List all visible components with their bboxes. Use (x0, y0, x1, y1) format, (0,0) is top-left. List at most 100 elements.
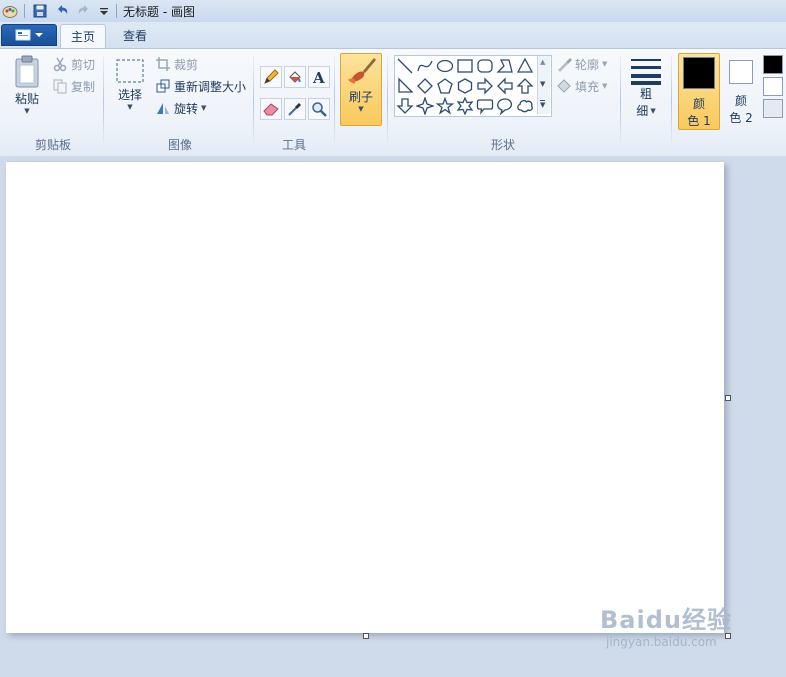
scroll-up-icon[interactable]: ▲ (540, 58, 545, 66)
select-button[interactable]: 选择 ▼ (111, 56, 149, 111)
baidu-watermark: Baidu经验 jingyan.baidu.com (600, 600, 732, 649)
crop-label: 裁剪 (174, 57, 199, 72)
chevron-down-icon: ▼ (201, 104, 207, 112)
customize-dropdown-icon[interactable] (96, 3, 112, 19)
five-point-star-shape-icon[interactable] (435, 96, 455, 116)
watermark-logo: Baidu经验 (600, 606, 732, 634)
eraser-icon[interactable] (260, 98, 282, 120)
diamond-shape-icon[interactable] (415, 76, 435, 96)
window-title: 无标题 - 画图 (123, 5, 195, 19)
color-picker-icon[interactable] (284, 98, 306, 120)
svg-text:A: A (312, 69, 325, 85)
chevron-down-icon: ▼ (602, 82, 608, 90)
fill-bucket-icon[interactable] (284, 66, 306, 88)
undo-icon[interactable] (54, 3, 70, 19)
line-shape-icon[interactable] (395, 56, 415, 76)
copy-label: 复制 (71, 79, 96, 94)
hexagon-shape-icon[interactable] (455, 76, 475, 96)
palette-swatch-white[interactable] (763, 77, 783, 96)
line-width-icon (631, 59, 661, 85)
color-1-button[interactable]: 颜 色 1 (678, 53, 720, 130)
rotate-button[interactable]: 旋转 ▼ (155, 99, 206, 117)
left-arrow-shape-icon[interactable] (495, 76, 515, 96)
save-icon[interactable] (32, 3, 48, 19)
up-arrow-shape-icon[interactable] (515, 76, 535, 96)
outline-brush-icon (558, 58, 572, 72)
oval-callout-shape-icon[interactable] (495, 96, 515, 116)
chevron-down-icon: ▼ (127, 103, 133, 111)
application-menu-button[interactable] (1, 24, 57, 46)
text-tool-icon[interactable]: A (308, 66, 330, 88)
color-2-swatch (729, 60, 753, 84)
color-2-button[interactable]: 颜 色 2 (722, 56, 760, 126)
crop-icon (156, 57, 170, 71)
tools-group-label: 工具 (281, 138, 306, 152)
tab-view[interactable]: 查看 (112, 24, 158, 48)
cut-button[interactable]: 剪切 (52, 55, 95, 73)
chevron-down-icon: ▼ (602, 60, 608, 68)
tab-home[interactable]: 主页 (60, 24, 106, 49)
shapes-gallery-scrollbar[interactable]: ▲ ▼ ▼ (537, 56, 550, 114)
watermark-url: jingyan.baidu.com (606, 635, 717, 649)
chevron-down-icon: ▼ (650, 106, 656, 115)
four-point-star-shape-icon[interactable] (415, 96, 435, 116)
magnifier-icon[interactable] (308, 98, 330, 120)
chevron-down-icon (35, 33, 43, 37)
gallery-expand-icon[interactable]: ▼ (540, 100, 546, 109)
size-button[interactable]: 粗 细 ▼ (626, 57, 666, 119)
redo-icon[interactable] (76, 3, 92, 19)
rounded-rectangle-shape-icon[interactable] (475, 56, 495, 76)
color-1-label-a: 颜 (692, 97, 705, 111)
rounded-callout-shape-icon[interactable] (475, 96, 495, 116)
drawing-canvas[interactable] (6, 162, 724, 633)
scissors-icon (53, 57, 67, 72)
polygon-shape-icon[interactable] (495, 56, 515, 76)
paste-label: 粘贴 (14, 92, 39, 106)
pencil-icon[interactable] (260, 66, 282, 88)
triangle-shape-icon[interactable] (515, 56, 535, 76)
cut-label: 剪切 (71, 57, 96, 72)
color-1-swatch (683, 57, 715, 89)
oval-shape-icon[interactable] (435, 56, 455, 76)
brush-icon (348, 58, 376, 84)
outline-label: 轮廓 (575, 57, 600, 72)
resize-handle-bottom[interactable] (363, 633, 369, 639)
color-2-label-a: 颜 (734, 94, 747, 108)
crop-button[interactable]: 裁剪 (155, 55, 198, 73)
image-group-label: 图像 (167, 138, 192, 152)
six-point-star-shape-icon[interactable] (455, 96, 475, 116)
fill-button[interactable]: 填充 ▼ (556, 77, 607, 95)
palette-swatch-empty[interactable] (763, 99, 783, 118)
selection-icon (116, 59, 144, 83)
copy-button[interactable]: 复制 (52, 77, 95, 95)
cloud-callout-shape-icon[interactable] (515, 96, 535, 116)
fill-bucket-icon (557, 79, 571, 93)
resize-handle-right[interactable] (725, 395, 731, 401)
resize-button[interactable]: 重新调整大小 (155, 77, 246, 95)
palette-swatch-black[interactable] (763, 55, 783, 74)
resize-icon (156, 79, 170, 93)
brush-label: 刷子 (348, 90, 373, 104)
rotate-icon (157, 103, 169, 114)
right-triangle-shape-icon[interactable] (395, 76, 415, 96)
clipboard-group-label: 剪贴板 (34, 138, 71, 152)
resize-label: 重新调整大小 (174, 79, 247, 94)
fill-label: 填充 (575, 79, 600, 94)
rectangle-shape-icon[interactable] (455, 56, 475, 76)
chevron-down-icon: ▼ (358, 105, 364, 113)
color-1-label-b: 色 1 (687, 114, 711, 128)
down-arrow-shape-icon[interactable] (395, 96, 415, 116)
scroll-down-icon[interactable]: ▼ (540, 80, 545, 88)
title-bar: 无标题 - 画图 (0, 0, 786, 23)
shapes-group-label: 形状 (490, 138, 515, 152)
chevron-down-icon: ▼ (24, 107, 30, 115)
curve-shape-icon[interactable] (415, 56, 435, 76)
outline-button[interactable]: 轮廓 ▼ (556, 55, 607, 73)
copy-icon (53, 79, 67, 94)
brushes-button[interactable]: 刷子 ▼ (340, 53, 382, 126)
menu-icon (15, 29, 31, 41)
pentagon-shape-icon[interactable] (435, 76, 455, 96)
paint-app-icon[interactable] (2, 3, 18, 19)
paste-button[interactable]: 粘贴 ▼ (8, 54, 46, 115)
right-arrow-shape-icon[interactable] (475, 76, 495, 96)
